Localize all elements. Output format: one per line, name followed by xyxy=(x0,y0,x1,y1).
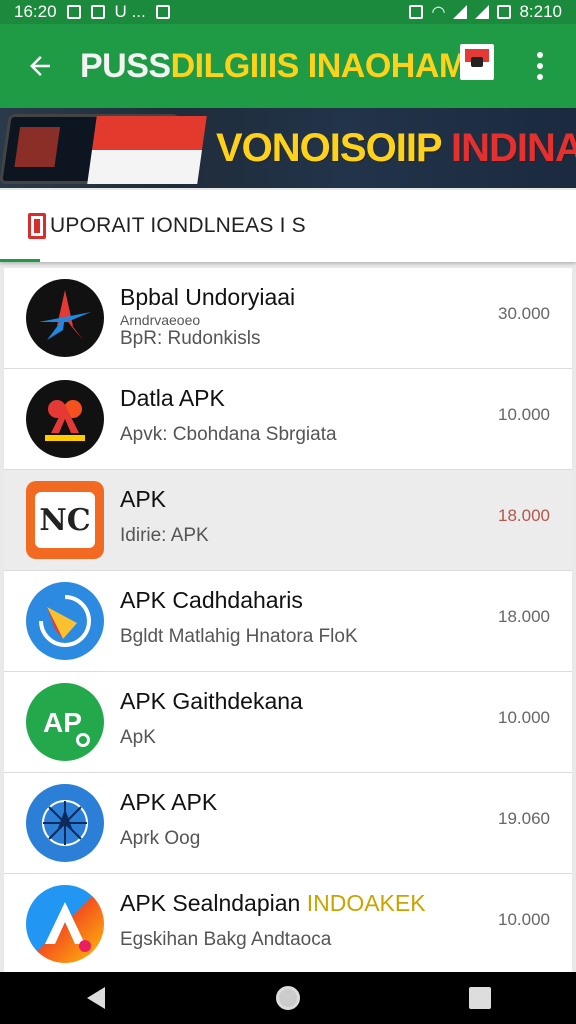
app-name: APK Cadhdaharis xyxy=(120,587,303,613)
blue-web-icon xyxy=(26,784,104,862)
promo-banner[interactable]: VONOISOIIP INDINASIAL xyxy=(0,108,576,188)
app-subtitle: Apvk: Cbohdana Sbrgiata xyxy=(120,424,337,445)
system-nav-bar xyxy=(0,972,576,1024)
nav-recent-button[interactable] xyxy=(450,972,510,1024)
nav-home-icon xyxy=(276,986,300,1010)
indonesia-flag-image xyxy=(87,116,207,184)
app-bar: PUSSDILGIIIS INAOHAM xyxy=(0,24,576,108)
app-subtitle: Idirie: APK xyxy=(120,525,209,546)
nav-recent-icon xyxy=(469,987,491,1009)
app-name-main: APK Sealndapian xyxy=(120,890,307,916)
banner-text-yellow: VONOISOIIP xyxy=(216,126,451,170)
app-subtitle: Aprk Oog xyxy=(120,828,201,849)
list-item[interactable]: APK Cadhdaharis Bgldt Matlahig Hnatora F… xyxy=(4,571,572,672)
flag-badge-icon xyxy=(465,49,489,75)
app-name: APK Sealndapian INDOAKEK xyxy=(120,890,426,917)
list-item[interactable]: APK Sealndapian INDOAKEK Egskihan Bakg A… xyxy=(4,874,572,975)
wifi-icon: ◠ xyxy=(431,4,446,21)
app-title: PUSSDILGIIIS INAOHAM xyxy=(80,47,467,86)
nav-home-button[interactable] xyxy=(258,972,318,1024)
notification-icon xyxy=(90,5,105,19)
list-item[interactable]: Bpbal Undoryiaai Arndrvaeoeo BpR: Rudonk… xyxy=(4,268,572,369)
signal-icon xyxy=(475,5,490,19)
more-vert-icon xyxy=(537,52,543,58)
nfc-icon xyxy=(409,5,424,19)
app-subtitle: Bgldt Matlahig Hnatora FloK xyxy=(120,626,358,647)
arrow-left-icon xyxy=(30,56,50,76)
notification-icon xyxy=(155,5,170,19)
app-name: Datla APK xyxy=(120,385,225,411)
app-subtitle: BpR: Rudonkisls xyxy=(120,328,261,349)
list-item[interactable]: APK APK Aprk Oog 19.060 xyxy=(4,773,572,874)
list-item[interactable]: Datla APK Apvk: Cbohdana Sbrgiata 10.000 xyxy=(4,369,572,470)
app-price: 30.000 xyxy=(498,304,550,323)
app-price: 19.060 xyxy=(498,809,550,828)
app-name: Bpbal Undoryiaai xyxy=(120,284,296,310)
back-button[interactable] xyxy=(0,24,80,108)
section-header: UPORAIT IONDLNEAS I S xyxy=(0,190,576,262)
app-name: APK Gaithdekana xyxy=(120,688,303,714)
app-price: 10.000 xyxy=(498,910,550,929)
status-right: ◠ 8:210 xyxy=(409,2,562,22)
nav-back-button[interactable] xyxy=(66,972,126,1024)
app-tagline: Arndrvaeoeo xyxy=(120,312,201,328)
app-list: Bpbal Undoryiaai Arndrvaeoeo BpR: Rudonk… xyxy=(4,268,572,975)
app-subtitle: ApK xyxy=(120,727,156,748)
overflow-menu-button[interactable] xyxy=(520,40,560,92)
app-name: APK xyxy=(120,486,167,512)
status-time-right: 8:210 xyxy=(519,2,562,21)
section-underline xyxy=(0,259,40,262)
colorful-a-icon xyxy=(26,885,104,963)
list-item[interactable]: NC APK Idirie: APK 18.000 xyxy=(4,470,572,571)
app-title-part1: PUSS xyxy=(80,46,171,85)
green-ap-icon: AP xyxy=(26,683,104,761)
app-price: 18.000 xyxy=(498,607,550,626)
app-price: 18.000 xyxy=(498,506,550,525)
section-icon xyxy=(28,213,46,239)
notification-icon xyxy=(66,5,81,19)
banner-text-red: INDINASIAL xyxy=(451,126,576,170)
banner-text: VONOISOIIP INDINASIAL xyxy=(216,126,576,171)
svg-text:AP: AP xyxy=(43,707,82,738)
status-time-left: 16:20 xyxy=(14,2,57,21)
status-bar: 16:20 U ... ◠ 8:210 xyxy=(0,0,576,24)
app-subtitle: Egskihan Bakg Andtaoca xyxy=(120,929,332,950)
app-title-part2: DILGIIIS INAOHAM xyxy=(170,46,468,85)
nav-back-icon xyxy=(87,987,105,1009)
notification-text: U ... xyxy=(114,2,146,21)
app-price: 10.000 xyxy=(498,405,550,424)
red-a-icon xyxy=(26,380,104,458)
section-title: UPORAIT IONDLNEAS I S xyxy=(50,214,306,237)
status-left: 16:20 U ... xyxy=(14,2,170,22)
list-item[interactable]: AP APK Gaithdekana ApK 10.000 xyxy=(4,672,572,773)
battery-icon xyxy=(497,5,512,19)
star-compass-icon xyxy=(26,279,104,357)
signal-icon xyxy=(453,5,468,19)
nc-logo-icon: NC xyxy=(26,481,104,559)
blue-disc-icon xyxy=(26,582,104,660)
app-name: APK APK xyxy=(120,789,218,815)
app-price: 10.000 xyxy=(498,708,550,727)
app-name-highlight: INDOAKEK xyxy=(306,890,426,916)
flag-badge-button[interactable] xyxy=(460,44,494,80)
